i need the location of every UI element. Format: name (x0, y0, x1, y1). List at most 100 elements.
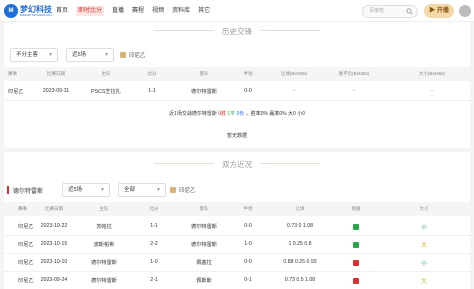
chevron-down-icon: ▼ (48, 52, 53, 58)
cell-handicap: - (293, 88, 295, 94)
column-header: 客队 (199, 206, 209, 211)
chevron-down-icon: ▼ (104, 52, 109, 58)
cell-league: 印尼乙 (18, 242, 34, 248)
nav-item-6[interactable]: 其它 (194, 0, 214, 22)
cell-score: 2-1 (150, 277, 158, 283)
cell-away[interactable]: 德尔特雷斯 (191, 241, 217, 248)
team-accent-bar (7, 186, 9, 194)
head-to-head-summary: 近1场交战德尔特雷斯 0胜 1平 0负 ，胜率0% 赢率0% 大0 小0 (4, 110, 470, 117)
title-divider-right (260, 30, 320, 31)
column-header: 客队 (199, 71, 209, 76)
nav-item-3[interactable]: 赛程 (128, 0, 148, 22)
nav-item-label: 首页 (56, 8, 69, 14)
scope-dropdown-value: 全部 (124, 187, 136, 193)
column-header: 主队 (101, 71, 111, 76)
row-divider (4, 100, 470, 101)
broadcast-icon: ▶ (429, 8, 437, 14)
cell-league: 印尼乙 (8, 89, 24, 95)
column-header: 大小(Bet365) (418, 71, 446, 76)
recent-form-title: 双方近况 (222, 160, 252, 169)
column-header: 赛事 (8, 71, 17, 76)
cell-ou: - (431, 88, 433, 94)
cell-score: 1-1 (150, 223, 158, 229)
start-broadcast-label: 开播 (436, 8, 449, 14)
match-count-dropdown[interactable]: 近5场 ▼ (66, 48, 114, 62)
nav-item-label: 即时比分 (76, 6, 105, 16)
handicap-result-badge (353, 241, 359, 248)
home-away-dropdown[interactable]: 不分主客 ▼ (10, 48, 58, 62)
nav-item-5[interactable]: 资料库 (168, 0, 194, 22)
summary-prefix: 近1场交战德尔特雷斯 (169, 111, 217, 117)
cell-date: 2023-09-11 (42, 88, 70, 94)
match-count-dropdown-value: 近5场 (72, 52, 87, 58)
logo-subtext: DREAM TECHNOLOGY (20, 13, 53, 17)
nav-item-label: 赛程 (132, 8, 145, 14)
user-avatar[interactable] (459, 5, 471, 17)
cell-home[interactable]: 波斯帕希 (94, 241, 115, 248)
recent-league-filter-checkbox[interactable] (170, 187, 176, 193)
cell-home[interactable]: 德尔特雷斯 (91, 259, 117, 266)
cell-home[interactable]: 德尔特雷斯 (91, 277, 117, 284)
cell-away[interactable]: 佩斯斯 (196, 277, 212, 284)
summary-losses: 0负 (236, 111, 245, 117)
over-under-result: 小 (421, 225, 427, 231)
chevron-down-icon: ▼ (100, 187, 105, 193)
head-to-head-title: 历史交锋 (222, 27, 252, 36)
cell-date: 2023-10-15 (40, 241, 68, 247)
column-header: 让球(Bet365) (280, 71, 308, 76)
cell-half: 1-0 (244, 241, 252, 247)
cell-half: 0-1 (244, 277, 252, 283)
column-header: 赛事 (18, 206, 27, 211)
league-filter-checkbox[interactable] (120, 52, 126, 58)
over-under-result: 大 (421, 279, 427, 285)
cell-handicap: 0.73 0 1.08 (287, 223, 313, 229)
home-away-dropdown-value: 不分主客 (16, 52, 39, 58)
scope-dropdown[interactable]: 全部 ▼ (118, 183, 166, 197)
cell-score: 1-1 (148, 88, 156, 94)
cell-away[interactable]: 德尔特雷斯 (191, 223, 217, 230)
logo-mark-icon: M (4, 4, 18, 18)
recent-count-dropdown-value: 近5场 (68, 187, 83, 193)
recent-count-dropdown[interactable]: 近5场 ▼ (62, 183, 110, 197)
nav-item-0[interactable]: 首页 (52, 0, 72, 22)
cell-date: 2023-10-22 (40, 223, 68, 229)
cell-away[interactable]: 佩塞拉 (196, 259, 212, 266)
cell-away[interactable]: 德尔特雷斯 (191, 88, 217, 95)
search-box[interactable]: 百家姓 (362, 5, 418, 18)
nav-item-label: 资料库 (172, 8, 191, 14)
cell-half: 0-0 (244, 88, 252, 94)
cell-handicap: 0.73 0.5 1.08 (284, 277, 316, 283)
cell-half: 0-0 (244, 259, 252, 265)
handicap-result-badge (353, 223, 359, 230)
nav-item-2[interactable]: 直播 (108, 0, 128, 22)
over-under-result: 大 (421, 243, 427, 249)
cell-league: 印尼乙 (18, 260, 34, 266)
cell-score: 1-0 (150, 259, 158, 265)
nav-item-4[interactable]: 视频 (148, 0, 168, 22)
nav-item-label: 其它 (198, 8, 211, 14)
column-header: 半场 (243, 206, 253, 211)
summary-wins: 0胜 (218, 111, 227, 117)
handicap-result-badge (353, 259, 359, 266)
nav-item-label: 视频 (152, 8, 165, 14)
cell-home[interactable]: 苏帕拉 (96, 223, 112, 230)
column-header: 比分 (149, 206, 159, 211)
cell-odds: - (353, 88, 355, 94)
top-navigation-bar: M 梦幻科技 DREAM TECHNOLOGY 首页 即时比分 直播 赛程 视频 资料库 其… (0, 0, 474, 22)
nav-item-1[interactable]: 即时比分 (72, 0, 108, 22)
column-header: 让球 (295, 206, 305, 211)
site-logo[interactable]: M 梦幻科技 DREAM TECHNOLOGY (4, 3, 53, 19)
head-to-head-table-header: 赛事 比赛日期 主队 比分 客队 半场 让球(Bet365) 胜平负(Bet365) 大小(Be… (4, 67, 470, 81)
cell-date: 2023-10-10 (40, 259, 68, 265)
column-header: 比分 (147, 71, 157, 76)
cell-half: 0-0 (244, 223, 252, 229)
league-filter-label: 印尼乙 (129, 53, 146, 59)
start-broadcast-button[interactable]: ▶ 开播 (424, 4, 454, 18)
cell-handicap: 1 0.25 0.8 (288, 241, 312, 247)
cell-home[interactable]: PSCS芝拉扎 (91, 88, 121, 95)
cell-handicap: 0.88 0.25 0.93 (283, 259, 317, 265)
handicap-result-badge (353, 277, 359, 284)
cell-league: 印尼乙 (18, 278, 34, 284)
row-divider (4, 271, 470, 272)
search-icon[interactable] (406, 8, 413, 15)
